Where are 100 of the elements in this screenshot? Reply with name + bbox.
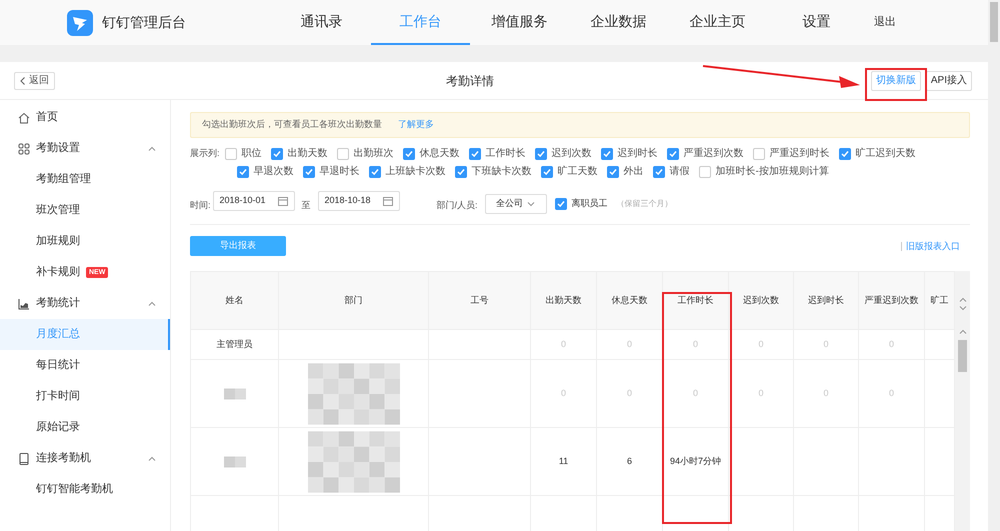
option-label: 旷工天数 [558,164,598,179]
chevron-up-icon [148,146,156,151]
scroll-thumb[interactable] [990,2,998,42]
sidebar-item[interactable]: 考勤组管理 [0,164,170,195]
table-cell: 94小时7分钟 [663,428,729,495]
checkbox[interactable] [554,198,567,210]
start-date-field[interactable]: 2018-10-01 [212,190,295,210]
nav-tab[interactable]: 增值服务 [470,0,569,45]
chevron-down-icon [958,306,966,311]
sidebar-item[interactable]: 打卡时间 [0,381,170,412]
home-icon [18,112,30,124]
columns-label: 展示列: [190,147,220,160]
chevron-up-icon [958,329,966,334]
sidebar-item[interactable]: 加班规则 [0,226,170,257]
nav-tab[interactable]: 设置 [767,0,866,45]
option-label: 早退次数 [254,164,294,179]
checkbox[interactable] [606,166,619,178]
checkbox[interactable] [838,148,851,160]
page-title: 考勤详情 [446,72,494,90]
nav-tab[interactable]: 通讯录 [272,0,371,45]
option-label: 上班缺卡次数 [386,164,446,179]
option-label: 早退时长 [320,164,360,179]
app-logo-icon [67,10,93,36]
option-label: 外出 [624,164,644,179]
option-label: 旷工迟到天数 [856,146,916,161]
column-header: 部门 [279,272,429,329]
option-label: 迟到次数 [552,147,592,161]
option-label: 严重迟到时长 [770,146,830,161]
table-cell: 11 [531,428,597,495]
column-header: 迟到次数 [729,272,794,329]
api-button[interactable]: API接入 [926,70,972,90]
pixelated-content [224,456,246,468]
table-cell: 6 [597,428,663,495]
checkbox[interactable] [402,148,415,160]
chevron-up-icon [148,301,156,306]
sidebar-group[interactable]: 连接考勤机 [0,443,170,474]
resigned-label: 离职员工 [572,197,608,210]
column-header: 休息天数 [597,272,663,329]
brand-title: 钉钉管理后台 [102,13,187,32]
checkbox[interactable] [534,148,547,160]
end-date-field[interactable]: 2018-10-18 [318,190,400,210]
grid-icon [18,142,30,154]
option-label: 下班缺卡次数 [472,164,532,179]
department-label: 部门/人员: [436,198,478,212]
option-label: 休息天数 [420,146,460,161]
option-label: 加班时长-按加班规则计算 [716,164,829,179]
chevron-down-icon [527,202,536,206]
sidebar-item[interactable]: 每日统计 [0,350,170,381]
calendar-icon [382,196,393,206]
checkbox[interactable] [666,148,679,160]
checkbox[interactable] [752,148,765,160]
option-label: 出勤天数 [288,146,328,161]
sidebar-item[interactable]: 钉钉智能考勤机 [0,474,170,505]
checkbox[interactable] [652,166,665,178]
department-select[interactable]: 全公司 [484,194,547,214]
checkbox[interactable] [698,166,711,178]
sidebar-group[interactable]: 首页 [0,102,170,133]
sidebar-group[interactable]: 考勤统计 [0,288,170,319]
column-header: 出勤天数 [531,272,597,329]
sidebar-item[interactable]: 原始记录 [0,412,170,443]
checkbox[interactable] [236,166,249,178]
sidebar-group[interactable]: 考勤设置 [0,133,170,164]
back-button[interactable]: 返回 [14,72,55,90]
calendar-icon [278,196,288,206]
table-cell: 主管理员 [191,330,279,359]
column-header: 迟到时长 [794,272,859,329]
checkbox[interactable] [540,166,553,178]
option-label: 工作时长 [486,146,526,161]
chevron-up-icon [148,456,156,461]
pixelated-content [224,388,246,400]
group-label: 首页 [36,110,58,126]
column-header: 工号 [429,272,531,329]
nav-tab[interactable]: 企业数据 [569,0,668,45]
group-label: 考勤设置 [36,141,80,156]
checkbox[interactable] [368,166,381,178]
checkbox[interactable] [302,166,315,178]
sidebar-item[interactable]: 班次管理 [0,195,170,226]
checkbox[interactable] [336,148,349,160]
chart-icon [18,298,30,310]
checkbox[interactable] [270,148,283,160]
option-label: 请假 [670,164,690,179]
logout-link[interactable]: 退出 [874,14,896,31]
chevron-left-icon [20,76,25,84]
checkbox[interactable] [600,148,613,160]
tablet-icon [18,452,30,464]
range-separator: 至 [302,198,311,212]
retention-hint: （保留三个月） [616,198,673,210]
option-label: 出勤班次 [354,146,394,161]
checkbox[interactable] [468,148,481,160]
group-label: 连接考勤机 [36,450,91,466]
checkbox[interactable] [224,148,237,160]
column-header: 工作时长 [663,272,729,329]
scroll-thumb[interactable] [958,340,967,372]
group-label: 考勤统计 [36,296,80,312]
column-header: 严重迟到次数 [859,272,925,329]
checkbox[interactable] [454,166,467,178]
option-label: 严重迟到次数 [684,146,744,161]
option-label: 迟到时长 [618,146,658,161]
nav-tab[interactable]: 企业主页 [668,0,767,45]
time-label: 时间: [190,198,211,212]
